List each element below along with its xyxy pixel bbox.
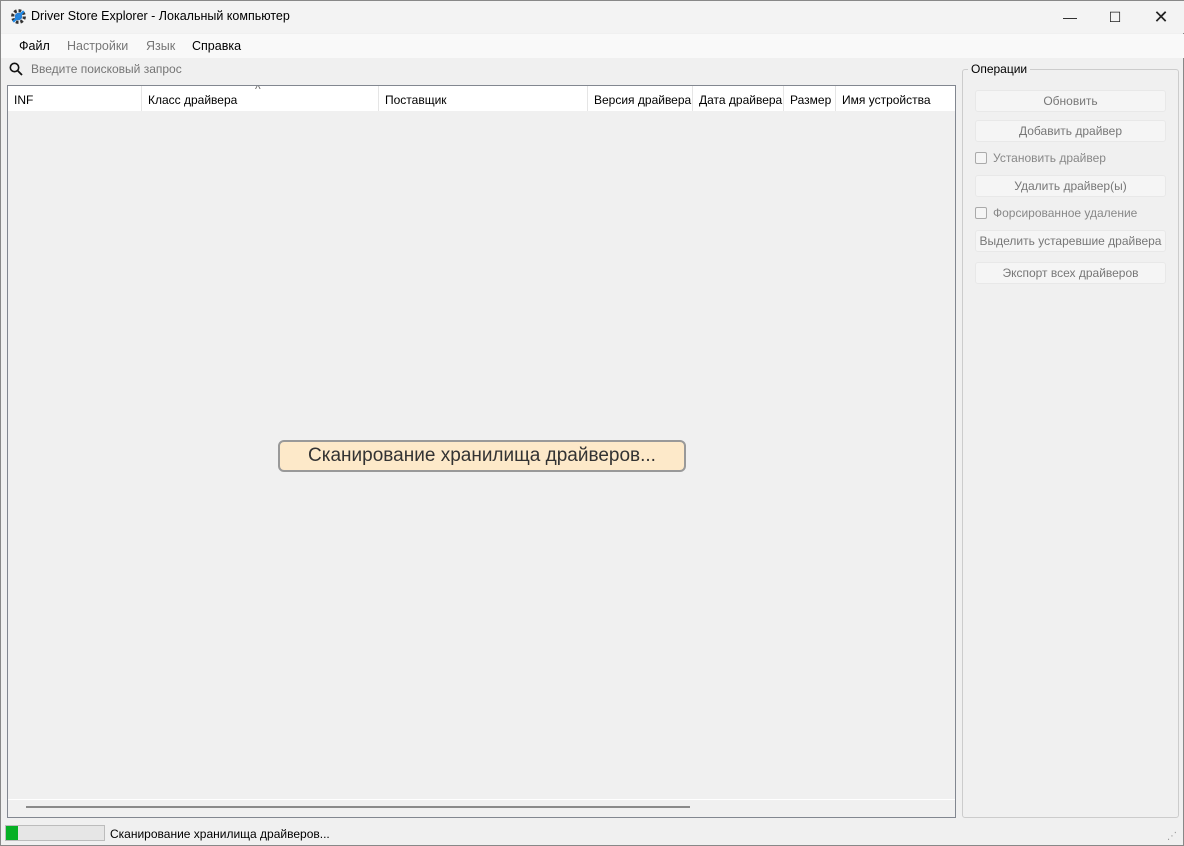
menu-bar xyxy=(1,34,1184,58)
column-version[interactable]: Версия драйвера xyxy=(588,86,693,111)
menu-settings[interactable]: Настройки xyxy=(67,39,128,53)
divider xyxy=(8,799,955,800)
status-text: Сканирование хранилища драйверов... xyxy=(110,827,330,841)
maximize-button[interactable]: ☐ xyxy=(1092,1,1138,33)
column-date[interactable]: Дата драйвера xyxy=(693,86,784,111)
search-input[interactable] xyxy=(31,62,331,76)
column-inf[interactable]: INF xyxy=(8,86,142,111)
checkbox-label: Установить драйвер xyxy=(993,151,1106,165)
operations-title: Операции xyxy=(968,62,1030,76)
table-header: INF Класс драйвера ^ Поставщик Версия дра… xyxy=(8,86,955,111)
window-title: Driver Store Explorer - Локальный компью… xyxy=(31,9,290,23)
menu-help[interactable]: Справка xyxy=(192,39,241,53)
progress-bar xyxy=(5,825,105,841)
checkbox-box xyxy=(975,207,987,219)
column-device-name[interactable]: Имя устройства xyxy=(836,86,955,111)
install-driver-checkbox[interactable]: Установить драйвер xyxy=(975,151,1106,165)
scanning-overlay: Сканирование хранилища драйверов... xyxy=(278,440,686,472)
app-gear-icon xyxy=(10,8,27,25)
checkbox-label: Форсированное удаление xyxy=(993,206,1137,220)
close-button[interactable]: ✕ xyxy=(1138,1,1184,33)
column-label: Класс драйвера xyxy=(148,93,237,107)
horizontal-scrollbar[interactable] xyxy=(26,806,690,808)
resize-grip-icon[interactable]: ⋰ xyxy=(1167,831,1177,842)
select-old-drivers-button[interactable]: Выделить устаревшие драйвера xyxy=(975,230,1166,252)
force-delete-checkbox[interactable]: Форсированное удаление xyxy=(975,206,1137,220)
column-provider[interactable]: Поставщик xyxy=(379,86,588,111)
menu-language[interactable]: Язык xyxy=(146,39,175,53)
menu-file[interactable]: Файл xyxy=(19,39,50,53)
progress-fill xyxy=(6,826,18,840)
export-drivers-button[interactable]: Экспорт всех драйверов xyxy=(975,262,1166,284)
add-driver-button[interactable]: Добавить драйвер xyxy=(975,120,1166,142)
delete-driver-button[interactable]: Удалить драйвер(ы) xyxy=(975,175,1166,197)
column-size[interactable]: Размер xyxy=(784,86,836,111)
minimize-button[interactable]: — xyxy=(1047,1,1093,33)
search-icon xyxy=(9,62,23,76)
sort-ascending-icon: ^ xyxy=(255,86,261,96)
column-driver-class[interactable]: Класс драйвера ^ xyxy=(142,86,379,111)
refresh-button[interactable]: Обновить xyxy=(975,90,1166,112)
checkbox-box xyxy=(975,152,987,164)
